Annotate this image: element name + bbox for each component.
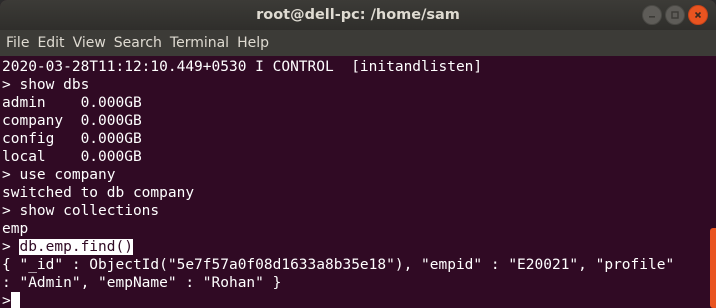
terminal-line: config 0.000GB [2, 131, 142, 147]
scroll-thumb[interactable] [710, 228, 716, 308]
terminal-line-find: > db.emp.find() [2, 238, 133, 256]
terminal-line: company 0.000GB [2, 113, 142, 129]
terminal-line: local 0.000GB [2, 149, 142, 165]
menu-terminal[interactable]: Terminal [166, 30, 233, 56]
menu-help[interactable]: Help [233, 30, 273, 56]
menu-view[interactable]: View [69, 30, 110, 56]
scrollbar[interactable] [710, 56, 716, 308]
terminal-line: 2020-03-28T11:12:10.449+0530 I CONTROL [… [2, 59, 483, 75]
terminal-line-prompt: > [2, 292, 20, 308]
terminal-line: > show dbs [2, 77, 90, 93]
selected-command[interactable]: db.emp.find() [19, 239, 133, 255]
terminal-line: switched to db company [2, 185, 195, 201]
window-title: root@dell-pc: /home/sam [256, 7, 460, 23]
close-icon [694, 11, 702, 19]
minimize-button[interactable] [642, 5, 662, 25]
window-controls [642, 5, 708, 25]
terminal-line: > show collections [2, 203, 160, 219]
menu-edit[interactable]: Edit [33, 30, 68, 56]
prompt: > [2, 239, 20, 255]
close-button[interactable] [688, 5, 708, 25]
menu-search[interactable]: Search [110, 30, 166, 56]
terminal-line: > use company [2, 167, 116, 183]
prompt: > [2, 293, 11, 308]
maximize-icon [671, 11, 679, 19]
terminal-line: : "Admin", "empName" : "Rohan" } [2, 275, 282, 291]
terminal-output[interactable]: 2020-03-28T11:12:10.449+0530 I CONTROL [… [0, 56, 716, 308]
terminal-line: emp [2, 221, 29, 237]
terminal-window: root@dell-pc: /home/sam File Edit View S… [0, 0, 716, 308]
menu-file[interactable]: File [0, 30, 33, 56]
maximize-button[interactable] [665, 5, 685, 25]
terminal-line: admin 0.000GB [2, 95, 142, 111]
minimize-icon [649, 16, 655, 18]
menu-bar: File Edit View Search Terminal Help [0, 30, 716, 56]
text-cursor [10, 292, 20, 308]
title-bar[interactable]: root@dell-pc: /home/sam [0, 0, 716, 30]
terminal-line: { "_id" : ObjectId("5e7f57a0f08d1633a8b3… [2, 257, 675, 273]
